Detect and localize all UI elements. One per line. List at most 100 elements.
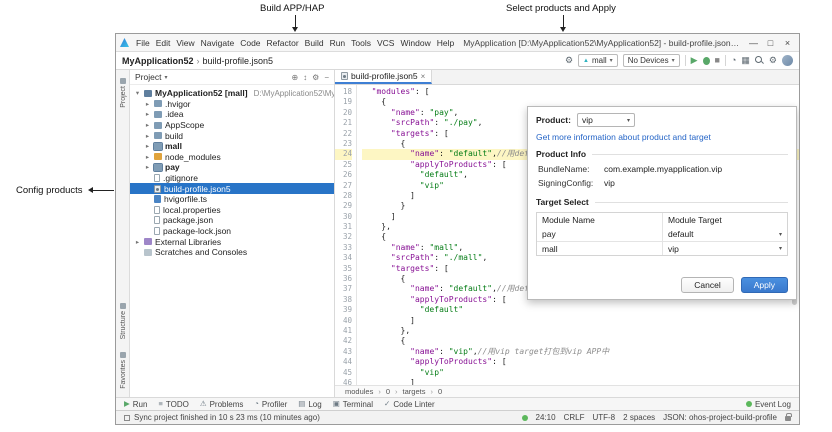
- menu-run[interactable]: Run: [327, 38, 349, 48]
- structure-grid-icon[interactable]: ▦: [741, 56, 750, 65]
- collapse-icon[interactable]: ↕: [303, 73, 307, 82]
- tool-strip-project[interactable]: Project: [116, 78, 130, 108]
- chevron-right-icon[interactable]: ▸: [144, 153, 151, 161]
- cancel-button[interactable]: Cancel: [681, 277, 734, 293]
- module-target-select[interactable]: default ▾: [662, 227, 787, 241]
- search-icon[interactable]: [754, 56, 764, 65]
- crumb-separator: ›: [378, 387, 381, 396]
- tool-strip-favorites[interactable]: Favorites: [116, 352, 130, 389]
- tool-window-log[interactable]: ▤ Log: [298, 400, 321, 409]
- tool-window-profiler[interactable]: ◔ Profiler: [254, 400, 287, 409]
- chevron-down-icon[interactable]: ▾: [779, 231, 782, 238]
- chevron-right-icon[interactable]: ▸: [144, 110, 151, 118]
- menu-edit[interactable]: Edit: [153, 38, 174, 48]
- chevron-down-icon[interactable]: ▾: [134, 89, 141, 97]
- tree-item-label: node_modules: [165, 151, 221, 162]
- menu-vcs[interactable]: VCS: [374, 38, 397, 48]
- tree-item-package-lock-json[interactable]: package-lock.json: [130, 226, 334, 237]
- tool-window-label: Profiler: [261, 399, 288, 409]
- module-target-value: vip: [668, 243, 679, 254]
- debug-icon[interactable]: [702, 56, 710, 65]
- file-type[interactable]: JSON: ohos-project-build-profile: [663, 413, 777, 422]
- device-selector[interactable]: No Devices ▾: [622, 54, 680, 67]
- tree-item-pay[interactable]: ▸ pay: [130, 162, 334, 173]
- line-ending[interactable]: CRLF: [564, 413, 585, 422]
- tool-strip-structure[interactable]: Structure: [116, 302, 130, 339]
- chevron-right-icon[interactable]: ▸: [144, 132, 151, 140]
- info-link[interactable]: Get more information about product and t…: [536, 132, 788, 142]
- breadcrumb-item[interactable]: 0: [438, 387, 442, 396]
- menu-tools[interactable]: Tools: [348, 38, 374, 48]
- tool-window-problems[interactable]: ⚠ Problems: [200, 400, 244, 409]
- module-selector[interactable]: ▲ mall ▾: [578, 54, 618, 67]
- tool-window-code-linter[interactable]: ✓ Code Linter: [384, 400, 435, 409]
- tree-item-gitignore[interactable]: .gitignore: [130, 173, 334, 184]
- chevron-right-icon[interactable]: ▸: [134, 238, 141, 246]
- tree-item-mall[interactable]: ▸ mall: [130, 141, 334, 152]
- breadcrumb-item[interactable]: targets: [403, 387, 426, 396]
- minimize-button[interactable]: —: [746, 38, 761, 48]
- tree-item-local-properties[interactable]: local.properties: [130, 205, 334, 216]
- menu-code[interactable]: Code: [237, 38, 263, 48]
- gear-icon[interactable]: ⚙: [312, 73, 319, 82]
- tree-item-scratches-and-consoles[interactable]: Scratches and Consoles: [130, 247, 334, 258]
- run-icon[interactable]: ▶: [691, 56, 698, 65]
- menu-refactor[interactable]: Refactor: [264, 38, 302, 48]
- menu-navigate[interactable]: Navigate: [198, 38, 238, 48]
- lock-icon[interactable]: [785, 413, 792, 421]
- tree-item-appscope[interactable]: ▸ AppScope: [130, 120, 334, 131]
- tree-item-myapplication52-mall[interactable]: ▾ MyApplication52 [mall] D:\MyApplication5…: [130, 88, 334, 99]
- line-number: 26: [342, 170, 352, 180]
- chevron-right-icon[interactable]: ▸: [144, 121, 151, 129]
- tool-window-todo[interactable]: ≡ TODO: [158, 400, 188, 409]
- tree-item-node-modules[interactable]: ▸ node_modules: [130, 152, 334, 163]
- profiler-icon[interactable]: ◔: [731, 56, 736, 65]
- encoding[interactable]: UTF-8: [592, 413, 615, 422]
- event-log-button[interactable]: Event Log: [745, 400, 791, 409]
- menu-build[interactable]: Build: [302, 38, 327, 48]
- breadcrumb-file[interactable]: build-profile.json5: [203, 56, 274, 66]
- tree-item-label: pay: [165, 162, 180, 173]
- chevron-right-icon[interactable]: ▸: [144, 142, 151, 150]
- tree-item-label: mall: [165, 141, 183, 152]
- close-button[interactable]: ×: [780, 38, 795, 48]
- hide-panel-icon[interactable]: −: [324, 73, 329, 82]
- settings-icon[interactable]: ⚙: [769, 56, 777, 65]
- menu-view[interactable]: View: [173, 38, 197, 48]
- chevron-right-icon[interactable]: ▸: [144, 100, 151, 108]
- breadcrumb-item[interactable]: 0: [386, 387, 390, 396]
- toolbar-divider: [684, 55, 686, 66]
- chevron-down-icon[interactable]: ▾: [779, 245, 782, 252]
- chevron-right-icon[interactable]: ▸: [144, 163, 151, 171]
- project-panel-title[interactable]: Project: [135, 72, 161, 82]
- tree-item-hvigor[interactable]: ▸ .hvigor: [130, 99, 334, 110]
- breadcrumb-item[interactable]: modules: [345, 387, 373, 396]
- tree-item-package-json[interactable]: package.json: [130, 215, 334, 226]
- module-target-select[interactable]: vip ▾: [662, 242, 787, 255]
- tree-item-hvigorfile-ts[interactable]: hvigorfile.ts: [130, 194, 334, 205]
- indent-setting[interactable]: 2 spaces: [623, 413, 655, 422]
- avatar[interactable]: [782, 55, 793, 66]
- product-select[interactable]: vip ▾: [576, 113, 635, 127]
- tool-window-label: Problems: [209, 399, 244, 409]
- breadcrumb-project[interactable]: MyApplication52: [122, 56, 194, 66]
- apply-button[interactable]: Apply: [740, 277, 788, 293]
- cursor-position[interactable]: 24:10: [536, 413, 556, 422]
- tool-window-terminal[interactable]: ▣ Terminal: [333, 400, 373, 409]
- menu-file[interactable]: File: [133, 38, 153, 48]
- tree-item-build[interactable]: ▸ build: [130, 130, 334, 141]
- menu-help[interactable]: Help: [434, 38, 457, 48]
- tool-window-run[interactable]: ▶ Run: [124, 400, 147, 409]
- tab-build-profile[interactable]: build-profile.json5 ×: [335, 70, 433, 84]
- stop-icon[interactable]: ■: [715, 56, 720, 65]
- expand-icon[interactable]: ⊕: [291, 73, 298, 82]
- close-icon[interactable]: ×: [421, 72, 426, 81]
- chevron-down-icon[interactable]: ▾: [164, 74, 167, 81]
- status-icon[interactable]: [124, 414, 130, 421]
- tree-item-build-profile-json5[interactable]: build-profile.json5: [130, 183, 334, 194]
- menu-window[interactable]: Window: [397, 38, 433, 48]
- product-settings-icon[interactable]: ⚙: [565, 56, 573, 65]
- maximize-button[interactable]: □: [763, 38, 778, 48]
- tree-item-external-libraries[interactable]: ▸ External Libraries: [130, 236, 334, 247]
- tree-item-idea[interactable]: ▸ .idea: [130, 109, 334, 120]
